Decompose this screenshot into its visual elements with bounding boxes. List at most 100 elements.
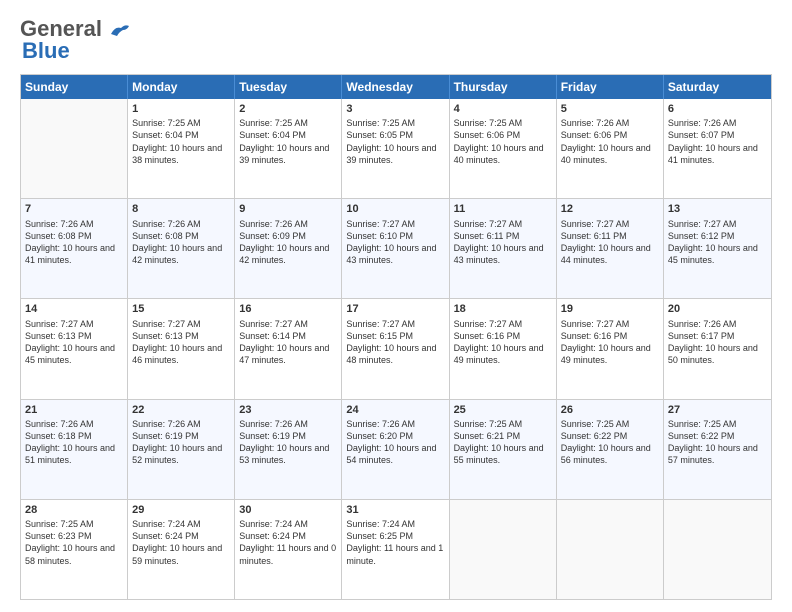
sunrise: Sunrise: 7:27 AM [561, 319, 630, 329]
sun-info: Sunrise: 7:26 AMSunset: 6:06 PMDaylight:… [561, 117, 659, 166]
sunrise: Sunrise: 7:27 AM [132, 319, 201, 329]
calendar-day-9: 9Sunrise: 7:26 AMSunset: 6:09 PMDaylight… [235, 199, 342, 298]
calendar-day-21: 21Sunrise: 7:26 AMSunset: 6:18 PMDayligh… [21, 400, 128, 499]
daylight: Daylight: 10 hours and 51 minutes. [25, 443, 115, 465]
sunrise: Sunrise: 7:26 AM [132, 219, 201, 229]
daylight: Daylight: 10 hours and 43 minutes. [454, 243, 544, 265]
calendar-day-11: 11Sunrise: 7:27 AMSunset: 6:11 PMDayligh… [450, 199, 557, 298]
sun-info: Sunrise: 7:27 AM Sunset: 6:15 PM Daylight:… [346, 318, 444, 367]
day-number: 23 [239, 403, 337, 417]
daylight: Daylight: 10 hours and 57 minutes. [668, 443, 758, 465]
sunrise: Sunrise: 7:25 AM [668, 419, 737, 429]
sunrise: Sunrise: 7:27 AM [346, 319, 415, 329]
sun-info: Sunrise: 7:27 AMSunset: 6:11 PMDaylight:… [454, 218, 552, 267]
sunset: Sunset: 6:06 PM [454, 130, 521, 140]
calendar-day-10: 10Sunrise: 7:27 AMSunset: 6:10 PMDayligh… [342, 199, 449, 298]
sunset: Sunset: 6:15 PM [346, 331, 413, 341]
sun-info: Sunrise: 7:27 AM Sunset: 6:13 PM Daylight:… [132, 318, 230, 367]
day-number: 12 [561, 202, 659, 216]
sun-info: Sunrise: 7:25 AMSunset: 6:05 PMDaylight:… [346, 117, 444, 166]
daylight: Daylight: 10 hours and 39 minutes. [346, 143, 436, 165]
sun-info: Sunrise: 7:25 AMSunset: 6:23 PMDaylight:… [25, 518, 123, 567]
header-day-thursday: Thursday [450, 75, 557, 99]
daylight: Daylight: 10 hours and 38 minutes. [132, 143, 222, 165]
calendar-day-empty [450, 500, 557, 599]
sun-info: Sunrise: 7:27 AMSunset: 6:13 PMDaylight:… [25, 318, 123, 367]
daylight: Daylight: 10 hours and 41 minutes. [25, 243, 115, 265]
sunset: Sunset: 6:09 PM [239, 231, 306, 241]
calendar-day-26: 26Sunrise: 7:25 AMSunset: 6:22 PMDayligh… [557, 400, 664, 499]
sun-info: Sunrise: 7:27 AMSunset: 6:12 PMDaylight:… [668, 218, 767, 267]
sunrise: Sunrise: 7:24 AM [132, 519, 201, 529]
sunset: Sunset: 6:08 PM [25, 231, 92, 241]
sunrise: Sunrise: 7:25 AM [346, 118, 415, 128]
sun-info: Sunrise: 7:25 AMSunset: 6:04 PMDaylight:… [132, 117, 230, 166]
sunset: Sunset: 6:14 PM [239, 331, 306, 341]
sunset: Sunset: 6:11 PM [561, 231, 627, 241]
page: General Blue SundayMondayTuesdayWednesda… [0, 0, 792, 612]
sun-info: Sunrise: 7:27 AMSunset: 6:16 PMDaylight:… [561, 318, 659, 367]
calendar-week-1: 1Sunrise: 7:25 AMSunset: 6:04 PMDaylight… [21, 99, 771, 199]
sunrise: Sunrise: 7:26 AM [346, 419, 415, 429]
daylight: Daylight: 10 hours and 56 minutes. [561, 443, 651, 465]
sun-info: Sunrise: 7:26 AMSunset: 6:19 PMDaylight:… [132, 418, 230, 467]
sun-info: Sunrise: 7:24 AMSunset: 6:24 PMDaylight:… [239, 518, 337, 567]
day-number: 19 [561, 302, 659, 316]
sun-info: Sunrise: 7:24 AMSunset: 6:25 PMDaylight:… [346, 518, 444, 567]
header-day-sunday: Sunday [21, 75, 128, 99]
sun-info: Sunrise: 7:26 AMSunset: 6:08 PMDaylight:… [132, 218, 230, 267]
daylight: Daylight: 11 hours and 0 minutes. [239, 543, 336, 565]
sunrise: Sunrise: 7:27 AM [239, 319, 308, 329]
sun-info: Sunrise: 7:25 AMSunset: 6:22 PMDaylight:… [561, 418, 659, 467]
sunset: Sunset: 6:18 PM [25, 431, 92, 441]
daylight: Daylight: 10 hours and 55 minutes. [454, 443, 544, 465]
calendar-day-empty [557, 500, 664, 599]
calendar-day-30: 30Sunrise: 7:24 AMSunset: 6:24 PMDayligh… [235, 500, 342, 599]
sunrise: Sunrise: 7:26 AM [132, 419, 201, 429]
header-day-monday: Monday [128, 75, 235, 99]
sunset: Sunset: 6:07 PM [668, 130, 735, 140]
sunset: Sunset: 6:24 PM [132, 531, 199, 541]
calendar-day-4: 4Sunrise: 7:25 AMSunset: 6:06 PMDaylight… [450, 99, 557, 198]
daylight: Daylight: 10 hours and 48 minutes. [346, 343, 436, 365]
sun-info: Sunrise: 7:27 AMSunset: 6:10 PMDaylight:… [346, 218, 444, 267]
sunset: Sunset: 6:13 PM [25, 331, 92, 341]
daylight: Daylight: 10 hours and 54 minutes. [346, 443, 436, 465]
daylight: Daylight: 10 hours and 42 minutes. [132, 243, 222, 265]
sun-info: Sunrise: 7:25 AMSunset: 6:06 PMDaylight:… [454, 117, 552, 166]
day-number: 22 [132, 403, 230, 417]
header: General Blue [20, 16, 772, 64]
day-number: 26 [561, 403, 659, 417]
sunset: Sunset: 6:13 PM [132, 331, 199, 341]
sunset: Sunset: 6:20 PM [346, 431, 413, 441]
daylight: Daylight: 10 hours and 46 minutes. [132, 343, 222, 365]
daylight: Daylight: 10 hours and 49 minutes. [561, 343, 651, 365]
sunrise: Sunrise: 7:25 AM [239, 118, 308, 128]
daylight: Daylight: 10 hours and 43 minutes. [346, 243, 436, 265]
calendar-week-5: 28Sunrise: 7:25 AMSunset: 6:23 PMDayligh… [21, 500, 771, 599]
sunset: Sunset: 6:06 PM [561, 130, 628, 140]
sunrise: Sunrise: 7:27 AM [346, 219, 415, 229]
sunrise: Sunrise: 7:27 AM [668, 219, 737, 229]
day-number: 4 [454, 102, 552, 116]
daylight: Daylight: 10 hours and 47 minutes. [239, 343, 329, 365]
sunset: Sunset: 6:11 PM [454, 231, 520, 241]
calendar-day-empty [21, 99, 128, 198]
sunset: Sunset: 6:21 PM [454, 431, 521, 441]
sun-info: Sunrise: 7:26 AMSunset: 6:19 PMDaylight:… [239, 418, 337, 467]
header-day-saturday: Saturday [664, 75, 771, 99]
day-number: 16 [239, 302, 337, 316]
day-number: 25 [454, 403, 552, 417]
calendar-day-8: 8Sunrise: 7:26 AMSunset: 6:08 PMDaylight… [128, 199, 235, 298]
daylight: Daylight: 10 hours and 42 minutes. [239, 243, 329, 265]
calendar-day-16: 16 Sunrise: 7:27 AM Sunset: 6:14 PM Dayligh… [235, 299, 342, 398]
sunrise: Sunrise: 7:26 AM [239, 219, 308, 229]
day-number: 3 [346, 102, 444, 116]
day-number: 14 [25, 302, 123, 316]
sunset: Sunset: 6:25 PM [346, 531, 413, 541]
sunrise: Sunrise: 7:27 AM [25, 319, 94, 329]
day-number: 24 [346, 403, 444, 417]
calendar-day-31: 31Sunrise: 7:24 AMSunset: 6:25 PMDayligh… [342, 500, 449, 599]
day-number: 17 [346, 302, 444, 316]
day-number: 5 [561, 102, 659, 116]
